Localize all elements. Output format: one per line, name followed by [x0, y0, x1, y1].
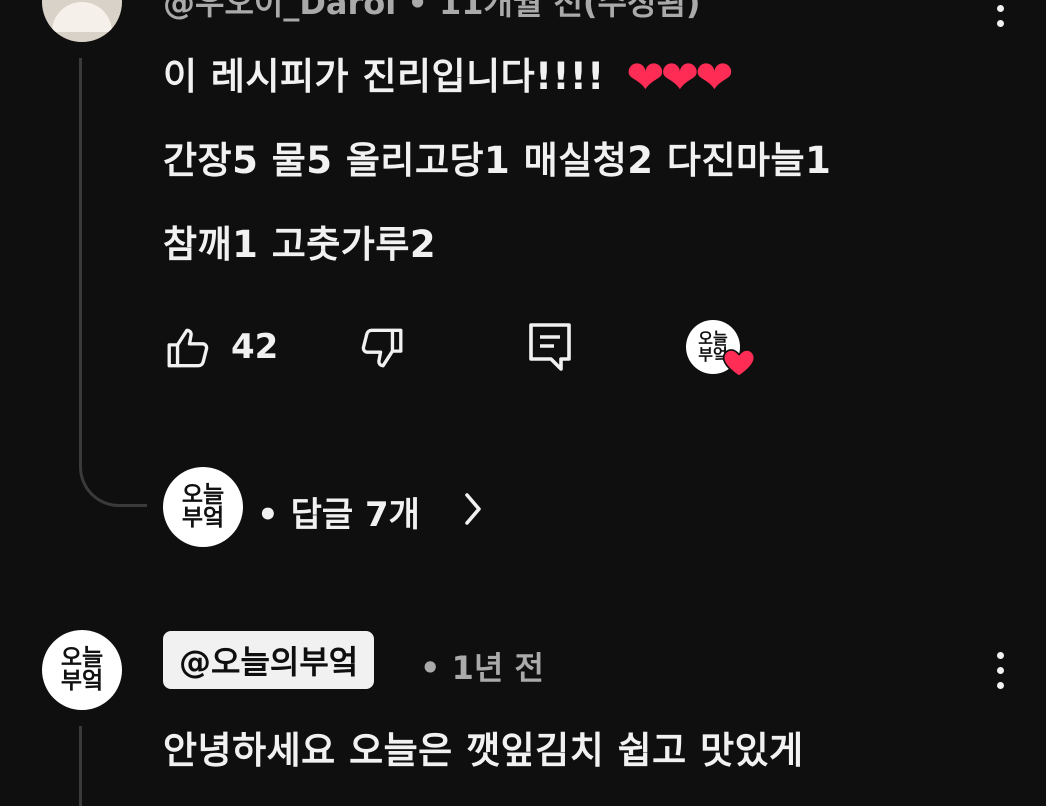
- like-button[interactable]: [163, 322, 215, 374]
- comment-2: 오늘 부엌 @오늘의부엌 • 1년 전 안녕하세요 오늘은 깻잎김치 쉽고 맛있…: [0, 600, 1046, 806]
- comment-text-line-2: 간장5 물5 올리고당1 매실청2 다진마늘1: [163, 139, 832, 182]
- comment-time: • 1년 전: [420, 649, 544, 687]
- kebab-dot: [996, 667, 1004, 674]
- comment-text-line-3: 참깨1 고춧가루2: [163, 223, 437, 266]
- thumb-up-icon: [167, 328, 209, 368]
- comment-more-button[interactable]: [995, 0, 1005, 27]
- comment-more-button[interactable]: [995, 652, 1005, 689]
- kebab-dot: [996, 652, 1004, 659]
- view-replies-row[interactable]: 오늘 부엌 • 답글 7개: [163, 467, 503, 549]
- kebab-dot: [996, 20, 1004, 27]
- reply-avatar: 오늘 부엌: [163, 467, 243, 547]
- comment-author-meta[interactable]: @우오이_Daroi • 11개월 전(수정됨): [163, 0, 701, 24]
- thread-line: [79, 726, 82, 806]
- thread-line: [79, 58, 82, 458]
- kebab-dot: [996, 682, 1004, 689]
- dislike-button[interactable]: [355, 322, 407, 374]
- comment-text-line-1: 안녕하세요 오늘은 깻잎김치 쉽고 맛있게: [163, 729, 804, 772]
- heart-icon: [722, 349, 756, 378]
- comment-text: 이 레시피가 진리입니다!!!!: [163, 55, 605, 98]
- kebab-dot: [996, 5, 1004, 12]
- reply-avatar-text: 오늘 부엌: [181, 482, 225, 531]
- comment-text-line-1: 이 레시피가 진리입니다!!!! ❤❤❤: [163, 46, 734, 104]
- thumb-down-icon: [361, 328, 403, 368]
- commenter-avatar[interactable]: [42, 0, 122, 42]
- hearts-emoji: ❤❤❤: [626, 50, 734, 104]
- creator-author-badge[interactable]: @오늘의부엌: [163, 631, 375, 689]
- reply-comment-icon: [529, 323, 571, 371]
- commenter-avatar[interactable]: 오늘 부엌: [42, 630, 122, 710]
- comment-1: @우오이_Daroi • 11개월 전(수정됨) 이 레시피가 진리입니다!!!…: [0, 0, 1046, 570]
- commenter-avatar-text: 오늘 부엌: [60, 645, 104, 694]
- replies-label: • 답글 7개: [257, 495, 420, 535]
- like-count: 42: [231, 327, 279, 367]
- reply-button[interactable]: [525, 320, 575, 374]
- thread-line-curve: [79, 440, 147, 507]
- creator-heart[interactable]: 오늘 부엌: [686, 320, 756, 382]
- chevron-right-icon: [465, 493, 481, 525]
